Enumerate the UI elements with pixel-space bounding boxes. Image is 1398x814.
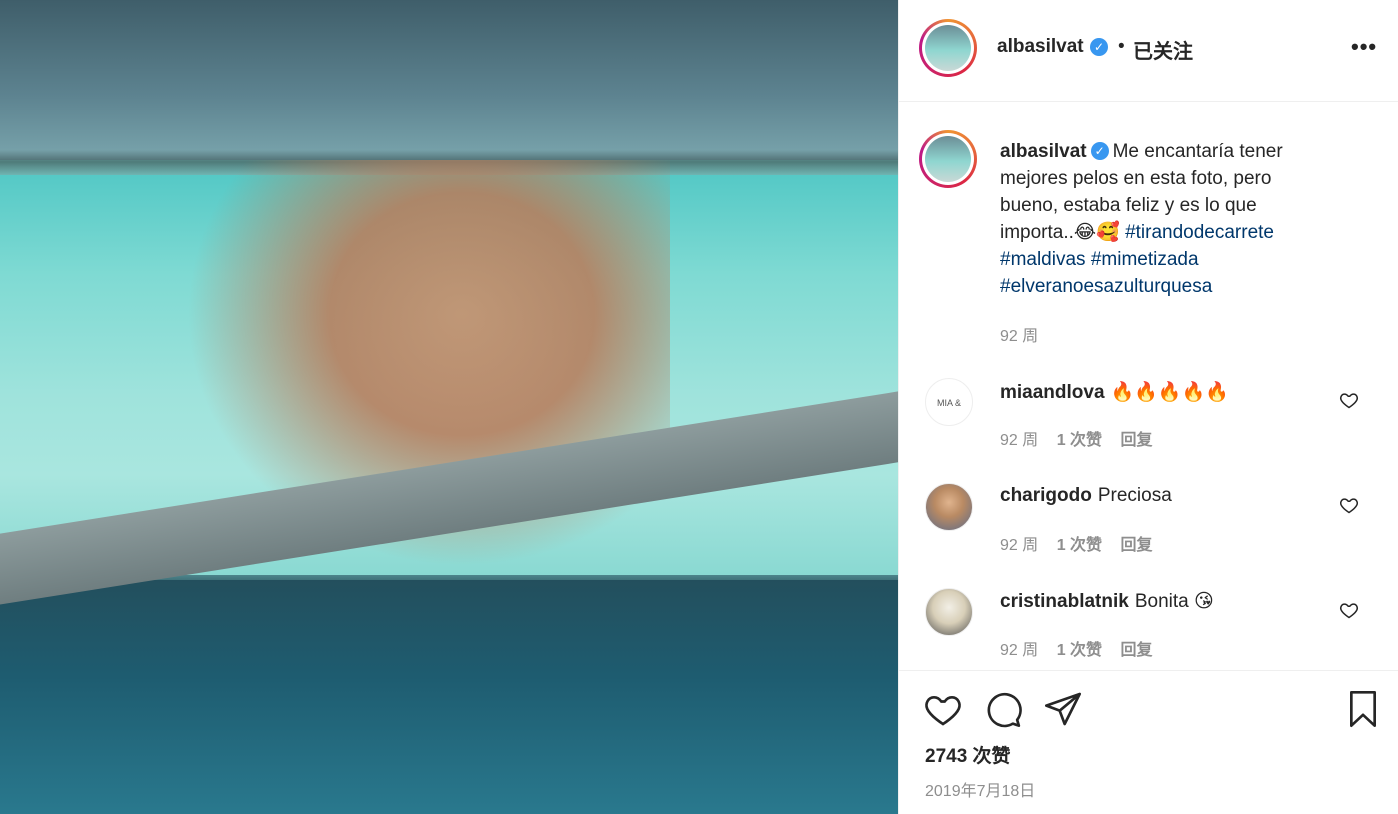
commenter-username[interactable]: cristinablatnik xyxy=(1000,591,1129,612)
comment-heart-icon[interactable] xyxy=(1339,390,1359,410)
commenter-avatar[interactable] xyxy=(925,483,973,531)
comment-meta: 92 周 1 次赞 回复 xyxy=(1000,531,1167,555)
comment-age[interactable]: 92 周 xyxy=(1000,642,1038,659)
share-icon[interactable] xyxy=(1043,689,1083,729)
heart-icon[interactable] xyxy=(923,689,963,729)
comment-like-count[interactable]: 1 次赞 xyxy=(1057,642,1102,659)
hashtag-link[interactable]: #tirandodecarrete xyxy=(1125,222,1274,243)
following-button[interactable]: 已关注 xyxy=(1133,35,1193,64)
comment-icon[interactable] xyxy=(983,689,1023,729)
commenter-avatar[interactable]: MIA & LOVA xyxy=(925,378,973,426)
reply-button[interactable]: 回复 xyxy=(1121,642,1153,659)
reply-button[interactable]: 回复 xyxy=(1121,537,1153,554)
comment-like-count[interactable]: 1 次赞 xyxy=(1057,537,1102,554)
comment-text: 🔥🔥🔥🔥🔥 xyxy=(1110,382,1229,403)
hashtag-link[interactable]: #mimetizada xyxy=(1091,249,1199,270)
caption-age[interactable]: 92 周 xyxy=(1000,322,1038,346)
post-date[interactable]: 2019年7月18日 xyxy=(925,777,1035,801)
photo-sky xyxy=(0,0,898,160)
comment-like-count[interactable]: 1 次赞 xyxy=(1057,432,1102,449)
comment-age[interactable]: 92 周 xyxy=(1000,537,1038,554)
like-count[interactable]: 2743 次赞 xyxy=(925,741,1011,768)
author-avatar[interactable] xyxy=(919,19,977,77)
author-username[interactable]: albasilvat xyxy=(997,36,1084,58)
comment-meta: 92 周 1 次赞 回复 xyxy=(1000,636,1167,660)
bookmark-icon[interactable] xyxy=(1343,689,1383,729)
comment-heart-icon[interactable] xyxy=(1339,600,1359,620)
commenter-username[interactable]: miaandlova xyxy=(1000,382,1105,403)
reply-button[interactable]: 回复 xyxy=(1121,432,1153,449)
comment-text: Bonita 😘 xyxy=(1134,591,1214,612)
commenter-avatar[interactable] xyxy=(925,588,973,636)
post-actions: 2743 次赞 2019年7月18日 xyxy=(899,670,1398,814)
comment-meta: 92 周 1 次赞 回复 xyxy=(1000,426,1167,450)
post-caption: albasilvat ✓ Me encantaría tener mejores p… xyxy=(1000,138,1330,300)
comment-body: cristinablatnik Bonita 😘 xyxy=(1000,590,1214,613)
hashtag-link[interactable]: #elveranoesazulturquesa xyxy=(1000,276,1212,297)
photo-pool xyxy=(0,580,898,814)
comment-heart-icon[interactable] xyxy=(1339,495,1359,515)
post-photo[interactable] xyxy=(0,0,898,814)
verified-badge-icon: ✓ xyxy=(1090,142,1109,160)
caption-username[interactable]: albasilvat xyxy=(1000,141,1087,162)
comment-item: charigodo Preciosa 92 周 1 次赞 回复 xyxy=(899,483,1398,588)
hashtag-link[interactable]: #maldivas xyxy=(1000,249,1086,270)
comment-age[interactable]: 92 周 xyxy=(1000,432,1038,449)
post-header: albasilvat ✓ • 已关注 ••• xyxy=(899,0,1398,102)
comment-body: charigodo Preciosa xyxy=(1000,485,1172,507)
comment-item: MIA & LOVA miaandlova🔥🔥🔥🔥🔥 92 周 1 次赞 回复 xyxy=(899,378,1398,483)
more-options-icon[interactable]: ••• xyxy=(1351,34,1377,60)
caption-author-avatar[interactable] xyxy=(919,130,977,188)
post-side-panel: albasilvat ✓ • 已关注 ••• albasilvat ✓ Me enc… xyxy=(898,0,1398,814)
commenter-username[interactable]: charigodo xyxy=(1000,485,1092,506)
comment-text: Preciosa xyxy=(1097,485,1172,506)
separator-dot: • xyxy=(1118,36,1125,57)
verified-badge-icon: ✓ xyxy=(1090,38,1108,56)
comment-body: miaandlova 🔥🔥🔥🔥🔥 xyxy=(1000,380,1229,404)
